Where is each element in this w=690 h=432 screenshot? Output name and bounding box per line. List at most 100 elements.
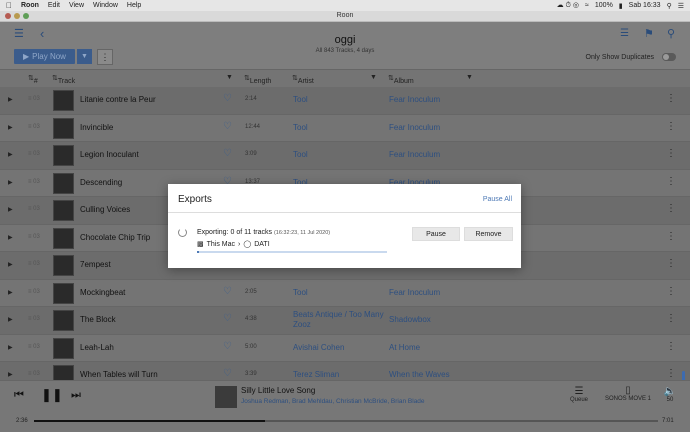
table-row[interactable]: ▶ ≡ 03 Invincible ♡ 12:44 Tool Fear Inoc… <box>0 114 690 142</box>
kebab-menu-icon[interactable]: ⋮ <box>666 121 676 132</box>
drag-handle-icon[interactable]: ≡ 03 <box>28 124 40 130</box>
drag-handle-icon[interactable]: ≡ 03 <box>28 234 40 240</box>
next-track-icon[interactable]: ⏭ <box>71 389 81 402</box>
table-row[interactable]: ▶ ≡ 03 Litanie contre la Peur ♡ 2:14 Too… <box>0 87 690 115</box>
track-name[interactable]: 7empest <box>80 260 111 269</box>
drag-handle-icon[interactable]: ≡ 03 <box>28 261 40 267</box>
album-art[interactable] <box>53 227 74 249</box>
zoom-window-button[interactable] <box>23 13 29 19</box>
track-artist[interactable]: Avishai Cohen <box>293 343 344 352</box>
search-icon[interactable]: ⚲ <box>667 27 675 40</box>
bookmark-icon[interactable]: ⚑ <box>644 27 654 40</box>
play-track-icon[interactable]: ▶ <box>8 206 13 213</box>
apple-menu-icon[interactable]:  <box>6 1 12 10</box>
track-name[interactable]: Legion Inoculant <box>80 150 139 159</box>
battery-percent[interactable]: 100% <box>595 2 613 9</box>
play-track-icon[interactable]: ▶ <box>8 289 13 296</box>
minimize-window-button[interactable] <box>14 13 20 19</box>
more-options-button[interactable]: ⋮ <box>97 49 113 65</box>
clock[interactable]: Sab 16:33 <box>629 2 661 9</box>
track-name[interactable]: Descending <box>80 178 122 187</box>
column-track-header[interactable]: ⇅ Track <box>52 74 75 85</box>
kebab-menu-icon[interactable]: ⋮ <box>666 341 676 352</box>
drag-handle-icon[interactable]: ≡ 03 <box>28 206 40 212</box>
drag-handle-icon[interactable]: ≡ 03 <box>28 289 40 295</box>
play-track-icon[interactable]: ▶ <box>8 316 13 323</box>
track-name[interactable]: When Tables will Turn <box>80 370 158 379</box>
drag-handle-icon[interactable]: ≡ 03 <box>28 151 40 157</box>
filter-icon[interactable]: ▼ <box>370 74 377 81</box>
track-album[interactable]: When the Waves <box>389 370 450 379</box>
track-name[interactable]: Leah-Lah <box>80 343 114 352</box>
play-track-icon[interactable]: ▶ <box>8 344 13 351</box>
drag-handle-icon[interactable]: ≡ 03 <box>28 371 40 377</box>
kebab-menu-icon[interactable]: ⋮ <box>666 93 676 104</box>
now-playing-title[interactable]: Silly Little Love Song <box>241 386 315 395</box>
track-name[interactable]: Mockingbeat <box>80 288 125 297</box>
play-track-icon[interactable]: ▶ <box>8 96 13 103</box>
album-art[interactable] <box>53 117 74 139</box>
drag-handle-icon[interactable]: ≡ 03 <box>28 316 40 322</box>
kebab-menu-icon[interactable]: ⋮ <box>666 313 676 324</box>
pause-export-button[interactable]: Pause <box>412 227 460 241</box>
album-art[interactable] <box>53 90 74 111</box>
play-track-icon[interactable]: ▶ <box>8 151 13 158</box>
menu-view[interactable]: View <box>69 2 84 9</box>
close-window-button[interactable] <box>5 13 11 19</box>
track-name[interactable]: Chocolate Chip Trip <box>80 233 150 242</box>
track-artist[interactable]: Tool <box>293 150 308 159</box>
kebab-menu-icon[interactable]: ⋮ <box>666 258 676 269</box>
filter-icon[interactable]: ▼ <box>226 74 233 81</box>
menu-app-roon[interactable]: Roon <box>21 2 39 9</box>
column-num-header[interactable]: ⇅ # <box>28 74 38 85</box>
kebab-menu-icon[interactable]: ⋮ <box>666 231 676 242</box>
play-track-icon[interactable]: ▶ <box>8 234 13 241</box>
column-artist-header[interactable]: ⇅ Artist <box>292 74 314 85</box>
play-options-dropdown[interactable]: ▼ <box>77 49 92 64</box>
heart-icon[interactable]: ♡ <box>223 286 232 297</box>
drag-handle-icon[interactable]: ≡ 03 <box>28 179 40 185</box>
filter-icon[interactable]: ▼ <box>466 74 473 81</box>
pause-icon[interactable]: ❚❚ <box>41 387 63 403</box>
track-artist[interactable]: Tool <box>293 95 308 104</box>
column-length-header[interactable]: ⇅ Length <box>244 74 271 85</box>
album-art[interactable] <box>53 200 74 221</box>
kebab-menu-icon[interactable]: ⋮ <box>666 203 676 214</box>
kebab-menu-icon[interactable]: ⋮ <box>666 148 676 159</box>
track-artist[interactable]: Terez Sliman <box>293 370 339 379</box>
track-album[interactable]: Fear Inoculum <box>389 288 440 297</box>
table-row[interactable]: ▶ ≡ 03 Leah-Lah ♡ 5:00 Avishai Cohen At … <box>0 334 690 362</box>
track-album[interactable]: Fear Inoculum <box>389 95 440 104</box>
heart-icon[interactable]: ♡ <box>223 148 232 159</box>
queue-button[interactable]: ☰ Queue <box>566 386 592 403</box>
table-row[interactable]: ▶ ≡ 03 Mockingbeat ♡ 2:05 Tool Fear Inoc… <box>0 279 690 307</box>
previous-track-icon[interactable]: ⏮ <box>14 389 24 402</box>
track-album[interactable]: At Home <box>389 343 420 352</box>
play-now-button[interactable]: ▶ Play Now <box>14 49 75 64</box>
track-name[interactable]: Culling Voices <box>80 205 130 214</box>
queue-icon[interactable]: ☰ <box>620 28 629 39</box>
volume-button[interactable]: 🔈 50 <box>660 386 680 403</box>
play-track-icon[interactable]: ▶ <box>8 124 13 131</box>
heart-icon[interactable]: ♡ <box>223 313 232 324</box>
zone-button[interactable]: ▯ SONOS MOVE 1 <box>603 385 653 402</box>
album-art[interactable] <box>53 282 74 304</box>
track-artist[interactable]: Beats Antique / Too Many Zooz <box>293 310 388 330</box>
table-row[interactable]: ▶ ≡ 03 Legion Inoculant ♡ 3:09 Tool Fear… <box>0 142 690 170</box>
track-album[interactable]: Fear Inoculum <box>389 123 440 132</box>
status-icons[interactable]: ☁ ⏱ ◎ <box>557 1 579 10</box>
kebab-menu-icon[interactable]: ⋮ <box>666 368 676 379</box>
play-track-icon[interactable]: ▶ <box>8 261 13 268</box>
pause-all-link[interactable]: Pause All <box>483 196 512 203</box>
menu-edit[interactable]: Edit <box>48 2 60 9</box>
menu-help[interactable]: Help <box>127 2 141 9</box>
kebab-menu-icon[interactable]: ⋮ <box>666 286 676 297</box>
search-icon[interactable]: ⚲ <box>667 2 672 10</box>
menu-window[interactable]: Window <box>93 2 118 9</box>
drag-handle-icon[interactable]: ≡ 03 <box>28 344 40 350</box>
wifi-icon[interactable]: ≈ <box>585 2 589 9</box>
heart-icon[interactable]: ♡ <box>223 121 232 132</box>
only-duplicates-toggle[interactable] <box>662 53 676 61</box>
remove-export-button[interactable]: Remove <box>464 227 513 241</box>
album-art[interactable] <box>53 172 74 194</box>
